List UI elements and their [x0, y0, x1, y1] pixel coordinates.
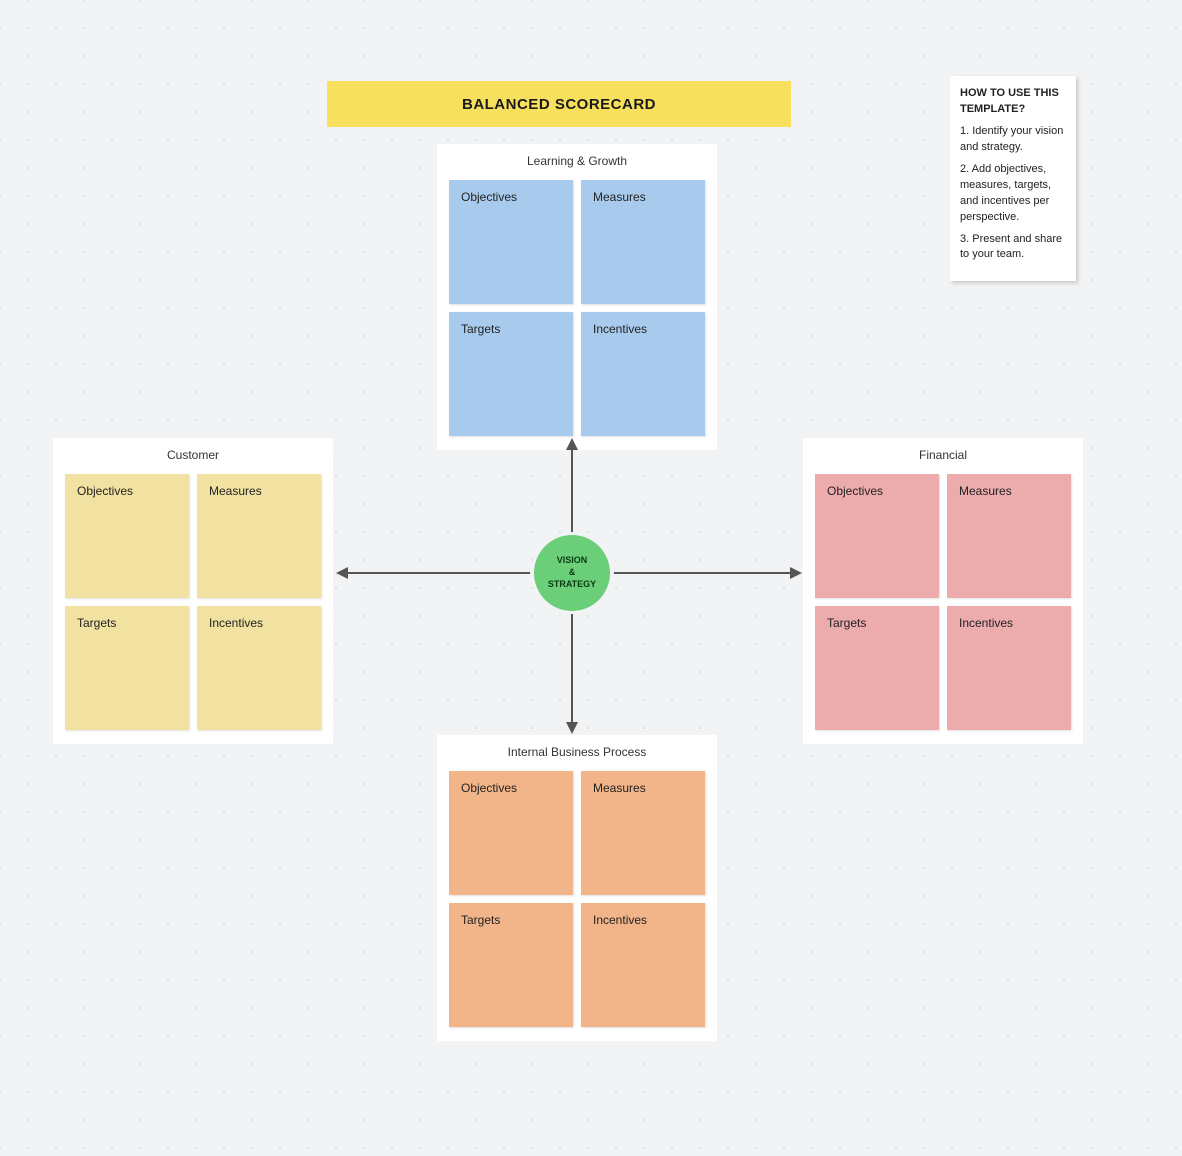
help-card-title: HOW TO USE THIS TEMPLATE?	[960, 86, 1066, 118]
center-vision-strategy[interactable]: VISION & STRATEGY	[534, 535, 610, 611]
card-measures[interactable]: Measures	[581, 771, 705, 895]
card-incentives[interactable]: Incentives	[581, 903, 705, 1027]
quadrant-title: Customer	[65, 448, 321, 464]
card-measures[interactable]: Measures	[947, 474, 1071, 598]
center-text-line3: STRATEGY	[548, 579, 596, 589]
help-step-2: 2. Add objectives, measures, targets, an…	[960, 162, 1066, 226]
card-measures[interactable]: Measures	[197, 474, 321, 598]
quadrant-customer[interactable]: Customer Objectives Measures Targets Inc…	[53, 438, 333, 744]
quadrant-title: Learning & Growth	[449, 154, 705, 170]
center-text-line2: &	[569, 567, 576, 577]
center-text-line1: VISION	[557, 555, 588, 565]
quadrant-financial[interactable]: Financial Objectives Measures Targets In…	[803, 438, 1083, 744]
card-incentives[interactable]: Incentives	[947, 606, 1071, 730]
help-step-1: 1. Identify your vision and strategy.	[960, 124, 1066, 156]
quadrant-learning-growth[interactable]: Learning & Growth Objectives Measures Ta…	[437, 144, 717, 450]
card-objectives[interactable]: Objectives	[449, 180, 573, 304]
quadrant-title: Internal Business Process	[449, 745, 705, 761]
title-banner[interactable]: BALANCED SCORECARD	[327, 81, 791, 127]
card-objectives[interactable]: Objectives	[815, 474, 939, 598]
card-targets[interactable]: Targets	[449, 312, 573, 436]
card-targets[interactable]: Targets	[449, 903, 573, 1027]
card-targets[interactable]: Targets	[65, 606, 189, 730]
card-incentives[interactable]: Incentives	[197, 606, 321, 730]
quadrant-title: Financial	[815, 448, 1071, 464]
card-objectives[interactable]: Objectives	[449, 771, 573, 895]
help-card[interactable]: HOW TO USE THIS TEMPLATE? 1. Identify yo…	[950, 76, 1076, 281]
help-step-3: 3. Present and share to your team.	[960, 232, 1066, 264]
card-objectives[interactable]: Objectives	[65, 474, 189, 598]
quadrant-internal-business[interactable]: Internal Business Process Objectives Mea…	[437, 735, 717, 1041]
card-incentives[interactable]: Incentives	[581, 312, 705, 436]
card-measures[interactable]: Measures	[581, 180, 705, 304]
card-targets[interactable]: Targets	[815, 606, 939, 730]
